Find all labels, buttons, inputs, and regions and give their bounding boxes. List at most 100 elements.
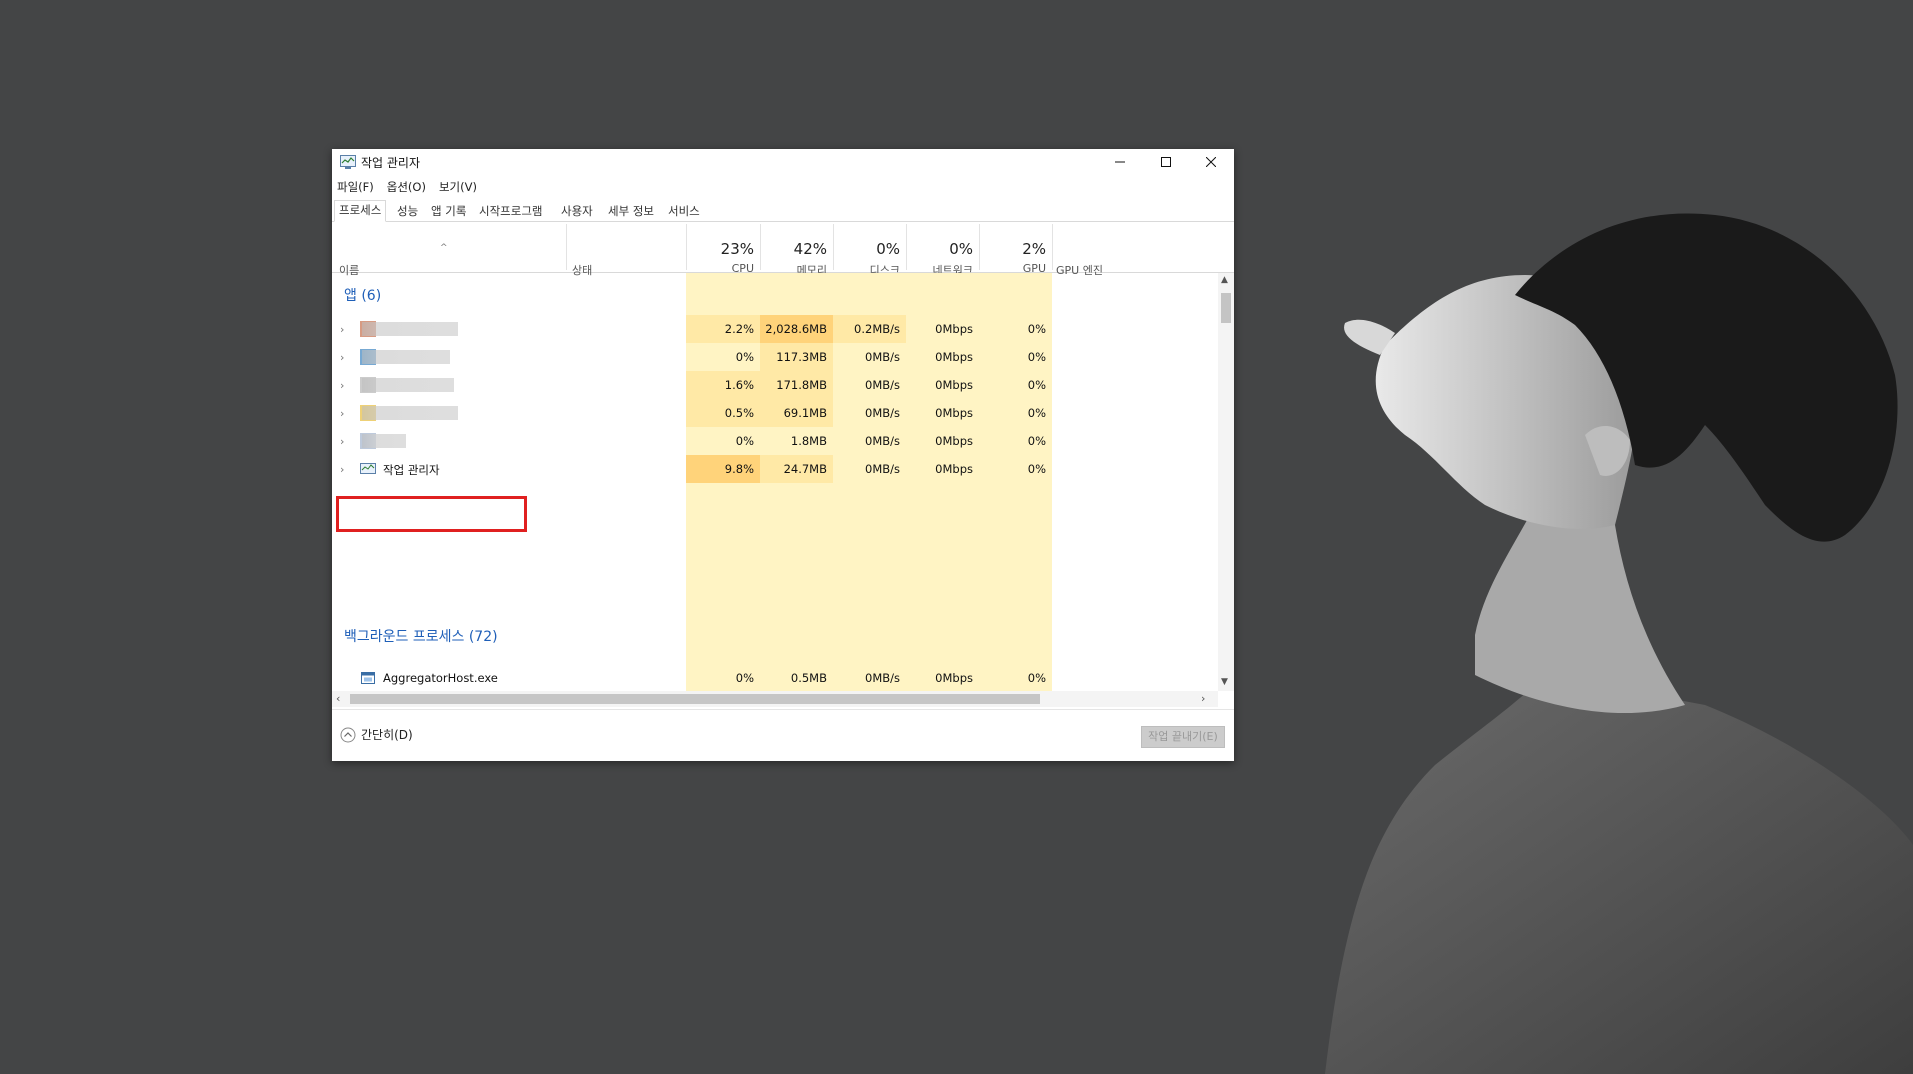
maximize-button[interactable]	[1143, 149, 1189, 175]
network-value: 0Mbps	[935, 322, 973, 336]
network-value: 0Mbps	[935, 378, 973, 392]
memory-total: 42%	[793, 240, 827, 258]
tab-services[interactable]: 서비스	[664, 201, 704, 221]
menu-file[interactable]: 파일(F)	[337, 179, 374, 197]
disk-value: 0MB/s	[865, 378, 900, 392]
column-network[interactable]: 0% 네트워크	[906, 222, 979, 277]
gpu-total: 2%	[1022, 240, 1046, 258]
network-total: 0%	[949, 240, 973, 258]
column-cpu[interactable]: 23% CPU	[686, 222, 760, 275]
disk-value: 0MB/s	[865, 350, 900, 364]
background-process-row[interactable]: AggregatorHost.exe 0% 0.5MB 0MB/s 0Mbps 0%	[332, 664, 1218, 691]
tab-details[interactable]: 세부 정보	[604, 201, 658, 221]
tab-app-history[interactable]: 앱 기록	[427, 201, 470, 221]
chevron-up-circle-icon	[340, 727, 356, 742]
cpu-value: 0%	[735, 434, 754, 448]
end-task-button[interactable]: 작업 끝내기(E)	[1141, 726, 1225, 748]
window-title: 작업 관리자	[361, 156, 421, 170]
cpu-total: 23%	[720, 240, 754, 258]
vertical-scroll-thumb[interactable]	[1221, 293, 1231, 323]
close-button[interactable]	[1188, 149, 1234, 175]
cpu-value: 0%	[735, 671, 754, 685]
fewer-details-label: 간단히(D)	[361, 728, 413, 742]
background-person-photo	[1325, 213, 1913, 1074]
expand-chevron-icon[interactable]: ›	[340, 379, 344, 392]
group-apps-label: 앱 (6)	[344, 288, 382, 304]
memory-value: 24.7MB	[783, 462, 827, 476]
gpu-value: 0%	[1027, 462, 1046, 476]
expand-chevron-icon[interactable]: ›	[340, 463, 344, 476]
app-row[interactable]: › 2.2% 2,028.6MB 0.2MB/s 0Mbps 0%	[332, 315, 1218, 343]
footer: 간단히(D) 작업 끝내기(E)	[332, 709, 1234, 762]
tab-performance[interactable]: 성능	[393, 201, 422, 221]
memory-value: 1.8MB	[790, 434, 827, 448]
disk-value: 0.2MB/s	[854, 322, 900, 336]
scroll-right-icon[interactable]: ›	[1201, 692, 1205, 705]
redacted-app-name	[362, 406, 458, 420]
tab-users[interactable]: 사용자	[557, 201, 597, 221]
column-disk[interactable]: 0% 디스크	[833, 222, 906, 277]
group-background-label: 백그라운드 프로세스 (72)	[344, 629, 498, 645]
task-manager-window: 작업 관리자 파일(F) 옵션(O) 보기(V) 프로세스 성능 앱 기록 시작…	[332, 149, 1234, 761]
disk-value: 0MB/s	[865, 406, 900, 420]
redacted-app-name	[362, 434, 406, 448]
app-row[interactable]: › 1.6% 171.8MB 0MB/s 0Mbps 0%	[332, 371, 1218, 399]
minimize-button[interactable]	[1097, 149, 1143, 175]
process-name: 작업 관리자	[383, 463, 440, 477]
network-value: 0Mbps	[935, 434, 973, 448]
minimize-icon	[1115, 161, 1125, 163]
title-bar: 작업 관리자	[332, 149, 1234, 175]
tab-processes[interactable]: 프로세스	[334, 200, 387, 222]
network-value: 0Mbps	[935, 350, 973, 364]
column-header-row: ^ 이름 상태 23% CPU 42% 메모리 0% 디스크 0% 네트워크 2…	[332, 222, 1234, 277]
gpu-value: 0%	[1027, 434, 1046, 448]
expand-chevron-icon[interactable]: ›	[340, 323, 344, 336]
task-manager-icon	[340, 155, 356, 169]
close-icon	[1206, 157, 1216, 167]
app-row[interactable]: › 0.5% 69.1MB 0MB/s 0Mbps 0%	[332, 399, 1218, 427]
disk-value: 0MB/s	[865, 434, 900, 448]
menu-view[interactable]: 보기(V)	[439, 179, 477, 197]
tab-bar: 프로세스 성능 앱 기록 시작프로그램 사용자 세부 정보 서비스	[332, 200, 1234, 222]
app-row[interactable]: › 0% 1.8MB 0MB/s 0Mbps 0%	[332, 427, 1218, 455]
vertical-scrollbar[interactable]: ▲ ▼	[1218, 273, 1234, 691]
menu-bar: 파일(F) 옵션(O) 보기(V)	[337, 179, 477, 197]
horizontal-scrollbar[interactable]: ‹ ›	[332, 691, 1218, 707]
network-value: 0Mbps	[935, 406, 973, 420]
cpu-value: 0.5%	[724, 406, 754, 420]
gpu-value: 0%	[1027, 406, 1046, 420]
process-name: AggregatorHost.exe	[383, 671, 498, 685]
column-gpu[interactable]: 2% GPU	[979, 222, 1052, 275]
disk-value: 0MB/s	[865, 462, 900, 476]
network-value: 0Mbps	[935, 671, 973, 685]
fewer-details-button[interactable]: 간단히(D)	[340, 726, 413, 743]
memory-value: 2,028.6MB	[765, 322, 827, 336]
task-manager-icon	[360, 463, 376, 474]
memory-value: 0.5MB	[790, 671, 827, 685]
memory-value: 69.1MB	[783, 406, 827, 420]
sort-ascending-icon: ^	[440, 243, 448, 253]
expand-chevron-icon[interactable]: ›	[340, 407, 344, 420]
expand-chevron-icon[interactable]: ›	[340, 351, 344, 364]
network-value: 0Mbps	[935, 462, 973, 476]
app-row[interactable]: › 작업 관리자 9.8% 24.7MB 0MB/s 0Mbps 0%	[332, 455, 1218, 483]
process-list: 앱 (6) › 2.2% 2,028.6MB 0.2MB/s 0Mbps 0% › 0% 117…	[332, 273, 1218, 691]
scroll-up-icon[interactable]: ▲	[1221, 275, 1228, 285]
scroll-down-icon[interactable]: ▼	[1221, 677, 1228, 687]
cpu-value: 0%	[735, 350, 754, 364]
disk-value: 0MB/s	[865, 671, 900, 685]
tab-startup[interactable]: 시작프로그램	[475, 201, 546, 221]
disk-total: 0%	[876, 240, 900, 258]
maximize-icon	[1161, 157, 1171, 167]
cpu-value: 9.8%	[724, 462, 754, 476]
app-row[interactable]: › 0% 117.3MB 0MB/s 0Mbps 0%	[332, 343, 1218, 371]
gpu-value: 0%	[1027, 671, 1046, 685]
service-window-icon	[361, 672, 375, 684]
horizontal-scroll-thumb[interactable]	[350, 694, 1040, 704]
column-memory[interactable]: 42% 메모리	[760, 222, 833, 277]
menu-options[interactable]: 옵션(O)	[387, 179, 426, 197]
expand-chevron-icon[interactable]: ›	[340, 435, 344, 448]
highlight-box	[336, 496, 527, 532]
scroll-left-icon[interactable]: ‹	[336, 692, 340, 705]
gpu-value: 0%	[1027, 350, 1046, 364]
